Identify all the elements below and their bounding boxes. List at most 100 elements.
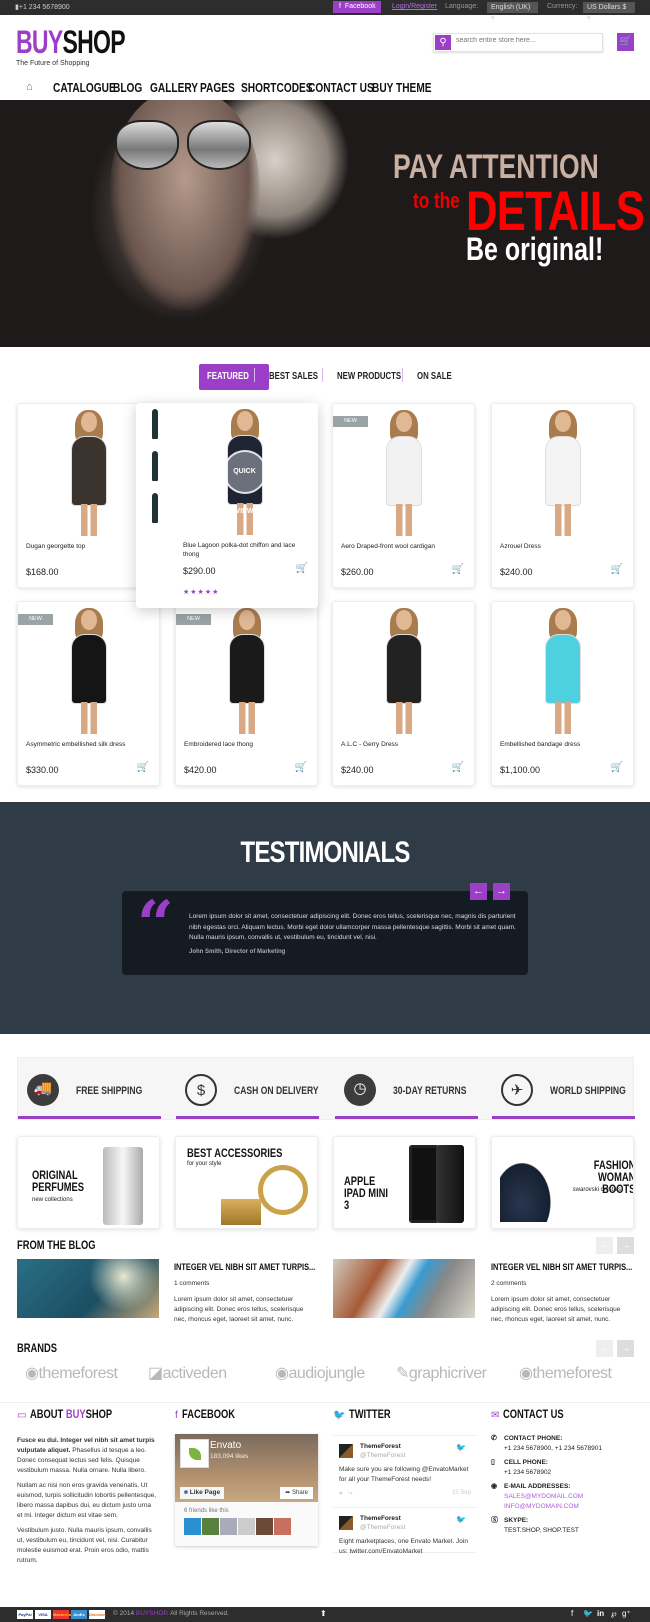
quick-view-button[interactable]: QUICK VIEW xyxy=(222,450,267,515)
twitter-icon[interactable]: 🐦 xyxy=(583,1609,593,1618)
tweet-avatar[interactable] xyxy=(339,1444,353,1458)
tweet-author[interactable]: ThemeForest xyxy=(360,1443,401,1450)
brand-logo[interactable]: ◉audiojungle xyxy=(275,1363,365,1383)
banner-accessories[interactable]: BEST ACCESSORIES for your style xyxy=(175,1136,318,1229)
brand-logo[interactable]: ✎graphicriver xyxy=(396,1363,487,1383)
product-card[interactable]: Azrouel Dress $240.00 🛒 xyxy=(491,403,634,588)
friend-avatar[interactable] xyxy=(256,1518,273,1535)
cart-icon[interactable]: 🛒 xyxy=(617,33,634,51)
tab-featured[interactable]: FEATURED xyxy=(199,364,269,390)
tweet-author[interactable]: ThemeForest xyxy=(360,1515,401,1522)
product-name[interactable]: Asymmetric embellished silk dress xyxy=(26,740,151,749)
nav-shortcodes[interactable]: SHORTCODES xyxy=(241,80,313,95)
brands-next-icon[interactable]: → xyxy=(617,1340,634,1357)
email-link-sales[interactable]: SALES@MYDOMAIL.COM xyxy=(491,1492,634,1502)
add-to-cart-icon[interactable]: 🛒 xyxy=(295,762,307,773)
add-to-cart-icon[interactable]: 🛒 xyxy=(137,762,149,773)
heart-icon[interactable]: ♥ xyxy=(339,1491,343,1497)
next-arrow-icon[interactable]: → xyxy=(493,883,510,900)
product-card[interactable]: NEW Aero Draped-front wool cardigan $260.0… xyxy=(332,403,475,588)
blog-comments[interactable]: 2 comments xyxy=(491,1280,526,1287)
facebook-button[interactable]: f Facebook xyxy=(333,1,381,13)
share-button[interactable]: ➦ Share xyxy=(280,1487,313,1499)
add-to-cart-icon[interactable]: 🛒 xyxy=(296,563,308,574)
nav-gallery[interactable]: GALLERY xyxy=(150,80,198,95)
nav-buy-theme[interactable]: BUY THEME xyxy=(372,80,432,95)
product-name[interactable]: Aero Draped-front wool cardigan xyxy=(341,542,466,551)
product-image[interactable] xyxy=(492,408,633,538)
friend-avatar[interactable] xyxy=(184,1518,201,1535)
service-returns[interactable]: ◷ 30-DAY RETURNS xyxy=(335,1058,478,1121)
nav-contact-us[interactable]: CONTACT US xyxy=(308,80,374,95)
reply-icon[interactable]: ↪ xyxy=(348,1491,353,1497)
product-image[interactable] xyxy=(176,606,317,736)
brand-logo[interactable]: ◉themeforest xyxy=(519,1363,612,1383)
tweet-handle[interactable]: @ThemeForest xyxy=(360,1524,405,1531)
product-image[interactable] xyxy=(333,408,474,538)
nav-blog[interactable]: BLOG xyxy=(113,80,142,95)
product-card[interactable]: A.L.C - Gerry Dress $240.00 🛒 xyxy=(332,601,475,786)
banner-ipad[interactable]: APPLE IPAD MINI 3 xyxy=(333,1136,476,1229)
tweet-avatar[interactable] xyxy=(339,1516,353,1530)
friend-avatar[interactable] xyxy=(220,1518,237,1535)
brand-logo[interactable]: ◉themeforest xyxy=(25,1363,118,1383)
tweet-handle[interactable]: @ThemeForest xyxy=(360,1452,405,1459)
search-icon[interactable]: ⚲ xyxy=(435,35,451,50)
like-page-button[interactable]: ■ Like Page xyxy=(180,1487,225,1499)
product-image[interactable] xyxy=(18,606,159,736)
add-to-cart-icon[interactable]: 🛒 xyxy=(452,762,464,773)
brands-prev-icon[interactable]: ← xyxy=(596,1340,613,1357)
login-link[interactable]: Login xyxy=(392,3,409,10)
blog-next-icon[interactable]: → xyxy=(617,1237,634,1254)
product-thumbnails[interactable] xyxy=(152,409,164,535)
product-name[interactable]: Embroidered lace thong xyxy=(184,740,309,749)
envato-logo[interactable] xyxy=(180,1439,209,1468)
add-to-cart-icon[interactable]: 🛒 xyxy=(611,564,623,575)
brand-logo[interactable]: ◪activeden xyxy=(148,1363,227,1383)
blog-post-title[interactable]: INTEGER VEL NIBH SIT AMET TURPIS... xyxy=(491,1262,632,1273)
linkedin-icon[interactable]: in xyxy=(597,1609,604,1618)
prev-arrow-icon[interactable]: ← xyxy=(470,883,487,900)
blog-comments[interactable]: 1 comments xyxy=(174,1280,209,1287)
product-name[interactable]: Blue Lagoon polka-dot chiffon and lace t… xyxy=(183,541,303,559)
home-icon[interactable]: ⌂ xyxy=(26,81,33,93)
nav-pages[interactable]: PAGES xyxy=(200,80,235,95)
product-card[interactable]: NEW Embroidered lace thong $420.00 🛒 xyxy=(175,601,318,786)
add-to-cart-icon[interactable]: 🛒 xyxy=(611,762,623,773)
product-name[interactable]: Embellished bandage dress xyxy=(500,740,625,749)
language-select[interactable]: English (UK) ▾ xyxy=(487,2,538,22)
service-cash-on-delivery[interactable]: $ CASH ON DELIVERY xyxy=(176,1058,319,1121)
add-to-cart-icon[interactable]: 🛒 xyxy=(452,564,464,575)
currency-select[interactable]: US Dollars $ ▾ xyxy=(583,2,635,22)
email-link-info[interactable]: INFO@MYDOMAIN.COM xyxy=(491,1502,634,1512)
product-card[interactable]: QUICK VIEW Blue Lagoon polka-dot chiffon … xyxy=(136,403,318,608)
product-name[interactable]: A.L.C - Gerry Dress xyxy=(341,740,466,749)
facebook-page-name[interactable]: Envato xyxy=(210,1440,241,1451)
banner-perfumes[interactable]: ORIGINAL PERFUMES new collections xyxy=(17,1136,160,1229)
back-to-top-icon[interactable]: ⬆ xyxy=(320,1609,327,1618)
banner-boots[interactable]: FASHION WOMAN BOOTS swarovski crystals xyxy=(491,1136,634,1229)
product-card[interactable]: NEW Asymmetric embellished silk dress $330… xyxy=(17,601,160,786)
friend-avatar[interactable] xyxy=(274,1518,291,1535)
nav-catalogue[interactable]: CATALOGUE xyxy=(53,80,116,95)
blog-image[interactable] xyxy=(17,1259,159,1318)
blog-image[interactable] xyxy=(333,1259,475,1318)
copyright-brand[interactable]: BUYSHOP xyxy=(136,1610,167,1617)
pinterest-icon[interactable]: ℘ xyxy=(611,1609,617,1618)
blog-post-title[interactable]: INTEGER VEL NIBH SIT AMET TURPIS... xyxy=(174,1262,315,1273)
service-free-shipping[interactable]: 🚚 FREE SHIPPING xyxy=(18,1058,161,1121)
product-name[interactable]: Dugan georgette top xyxy=(26,542,151,551)
facebook-icon[interactable]: f xyxy=(571,1609,573,1618)
friend-avatar[interactable] xyxy=(202,1518,219,1535)
tab-new-products[interactable]: NEW PRODUCTS xyxy=(337,364,419,390)
product-image[interactable]: QUICK VIEW xyxy=(171,407,318,537)
google-plus-icon[interactable]: g⁺ xyxy=(622,1609,631,1618)
product-image[interactable] xyxy=(333,606,474,736)
friend-avatar[interactable] xyxy=(238,1518,255,1535)
service-world-shipping[interactable]: ✈ WORLD SHIPPING xyxy=(492,1058,635,1121)
product-image[interactable] xyxy=(492,606,633,736)
register-link[interactable]: Register xyxy=(411,3,437,10)
product-name[interactable]: Azrouel Dress xyxy=(500,542,625,551)
logo[interactable]: BUYSHOP xyxy=(16,26,126,58)
search-input[interactable] xyxy=(456,37,596,44)
